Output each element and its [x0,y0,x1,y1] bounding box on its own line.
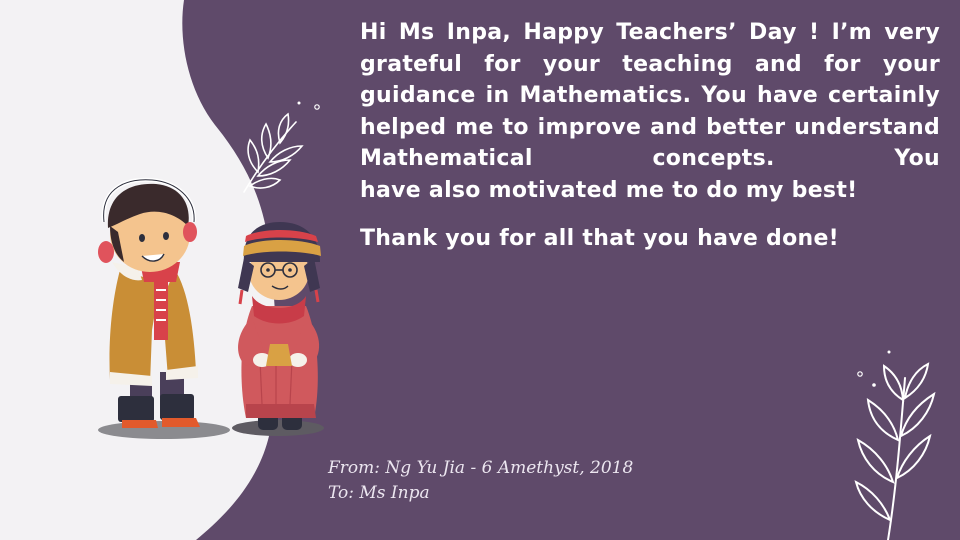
message-last-line: have also motivated me to do my best! [360,177,858,203]
leaf-sprig-icon [243,112,304,193]
signature-block: From: Ng Yu Jia - 6 Amethyst, 2018 To: M… [328,456,633,506]
leaf-sprig-icon [854,362,936,540]
from-line: From: Ng Yu Jia - 6 Amethyst, 2018 [328,458,634,478]
to-line: To: Ms Inpa [328,483,430,503]
message-paragraph: Hi Ms Inpa, Happy Teachers’ Day ! I’m ve… [360,17,940,206]
thank-you-line: Thank you for all that you have done! [360,226,840,251]
girl-character [238,222,321,430]
teachers-day-card: Hi Ms Inpa, Happy Teachers’ Day ! I’m ve… [0,0,960,540]
message-block: Hi Ms Inpa, Happy Teachers’ Day ! I’m ve… [360,17,940,255]
message-body: Hi Ms Inpa, Happy Teachers’ Day ! I’m ve… [360,20,940,171]
